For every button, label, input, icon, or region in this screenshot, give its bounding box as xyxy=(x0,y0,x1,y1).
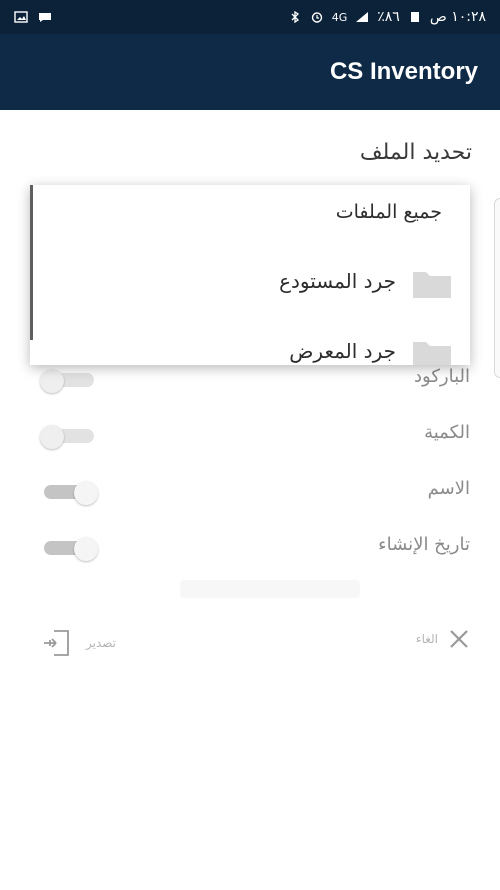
dropdown-item-label: جرد المعرض xyxy=(289,339,396,363)
action-bar: الغاء تصدير xyxy=(0,620,500,660)
alarm-icon xyxy=(311,12,322,23)
dropdown-item-showroom[interactable]: جرد المعرض xyxy=(52,333,452,365)
field-label: الباركود xyxy=(414,366,470,387)
folder-icon xyxy=(413,342,451,365)
select-file-title: تحديد الملف xyxy=(359,140,472,165)
field-label: تاريخ الإنشاء xyxy=(378,534,470,555)
name-toggle[interactable] xyxy=(40,481,98,505)
file-dropdown-menu: جميع الملفات جرد المستودع جرد المعرض xyxy=(30,185,470,365)
toggle-thumb xyxy=(74,537,98,561)
field-row-created-date: تاريخ الإنشاء xyxy=(30,528,470,568)
export-label: تصدير xyxy=(86,636,117,650)
field-row-name: الاسم xyxy=(30,472,470,512)
field-label: الاسم xyxy=(427,478,470,499)
export-button[interactable]: تصدير xyxy=(40,628,116,658)
dropdown-item-warehouse[interactable]: جرد المستودع xyxy=(52,263,452,303)
battery-icon xyxy=(410,12,419,22)
toggle-thumb xyxy=(74,481,98,505)
scroll-indicator xyxy=(30,185,33,340)
image-notification-icon xyxy=(14,11,28,23)
cancel-button[interactable]: الغاء xyxy=(416,628,470,650)
app-bar: CS Inventory xyxy=(0,34,500,110)
file-selector-field[interactable] xyxy=(494,198,500,378)
toggle-thumb xyxy=(40,425,64,449)
all-files-option[interactable]: جميع الملفات xyxy=(336,201,442,223)
dropdown-item-label: جرد المستودع xyxy=(279,269,396,293)
field-label: الكمية xyxy=(424,422,470,443)
close-icon xyxy=(450,630,468,648)
network-type: 4G xyxy=(331,10,348,24)
message-notification-icon xyxy=(39,13,51,22)
folder-icon xyxy=(413,272,451,298)
quantity-toggle[interactable] xyxy=(40,425,98,449)
signal-icon xyxy=(356,12,369,22)
cancel-label: الغاء xyxy=(415,632,438,646)
divider xyxy=(180,580,360,598)
status-bar: ١٠:٢٨ ص ٨٦٪ 4G xyxy=(0,0,500,34)
created-date-toggle[interactable] xyxy=(40,537,98,561)
field-row-barcode: الباركود xyxy=(30,360,470,400)
status-left-icons xyxy=(14,11,52,23)
app-title: CS Inventory xyxy=(329,58,478,85)
battery-percent: ٨٦٪ xyxy=(377,9,400,25)
status-right-info: ١٠:٢٨ ص ٨٦٪ 4G xyxy=(288,9,486,25)
field-row-quantity: الكمية xyxy=(30,416,470,456)
barcode-toggle[interactable] xyxy=(40,369,98,393)
export-icon xyxy=(44,630,69,656)
bluetooth-icon xyxy=(291,11,299,23)
toggle-thumb xyxy=(40,369,64,393)
status-time: ١٠:٢٨ ص xyxy=(429,9,486,25)
